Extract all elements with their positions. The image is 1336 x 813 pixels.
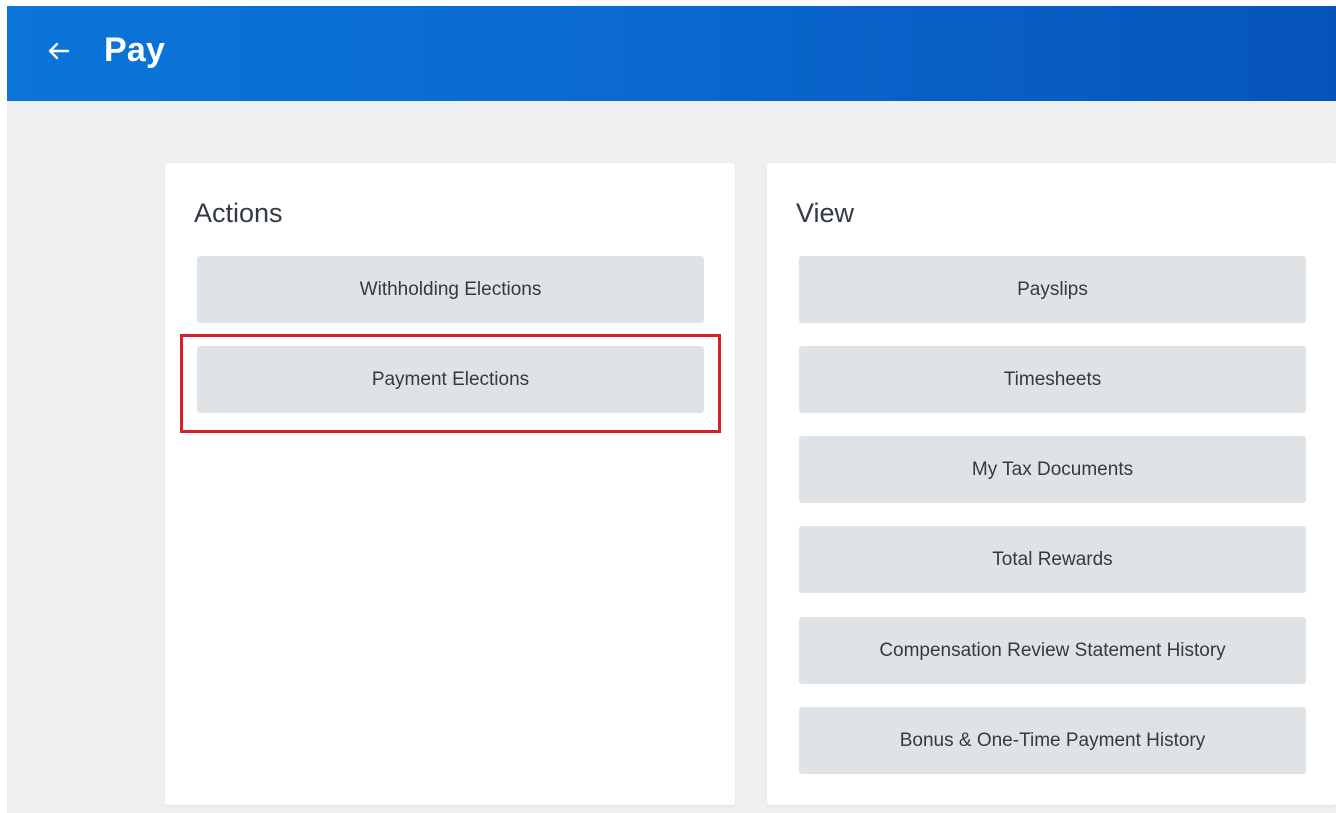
payslips-button[interactable]: Payslips xyxy=(799,256,1306,323)
view-card: View Payslips Timesheets My Tax Document… xyxy=(767,163,1336,805)
payment-elections-button[interactable]: Payment Elections xyxy=(197,346,704,413)
timesheets-button[interactable]: Timesheets xyxy=(799,346,1306,413)
withholding-elections-button[interactable]: Withholding Elections xyxy=(197,256,704,323)
my-tax-documents-button[interactable]: My Tax Documents xyxy=(799,436,1306,503)
actions-card-title: Actions xyxy=(194,198,283,228)
total-rewards-button[interactable]: Total Rewards xyxy=(799,526,1306,593)
view-card-title: View xyxy=(796,198,855,228)
page-title: Pay xyxy=(104,31,166,69)
actions-card: Actions Withholding Elections Payment El… xyxy=(165,163,735,805)
arrow-left-icon[interactable] xyxy=(44,36,74,66)
page-header: Pay xyxy=(7,6,1336,101)
compensation-review-statement-history-button[interactable]: Compensation Review Statement History xyxy=(799,617,1306,684)
pay-page: Pay Actions Withholding Elections Paymen… xyxy=(7,6,1336,813)
bonus-one-time-payment-history-button[interactable]: Bonus & One-Time Payment History xyxy=(799,707,1306,774)
